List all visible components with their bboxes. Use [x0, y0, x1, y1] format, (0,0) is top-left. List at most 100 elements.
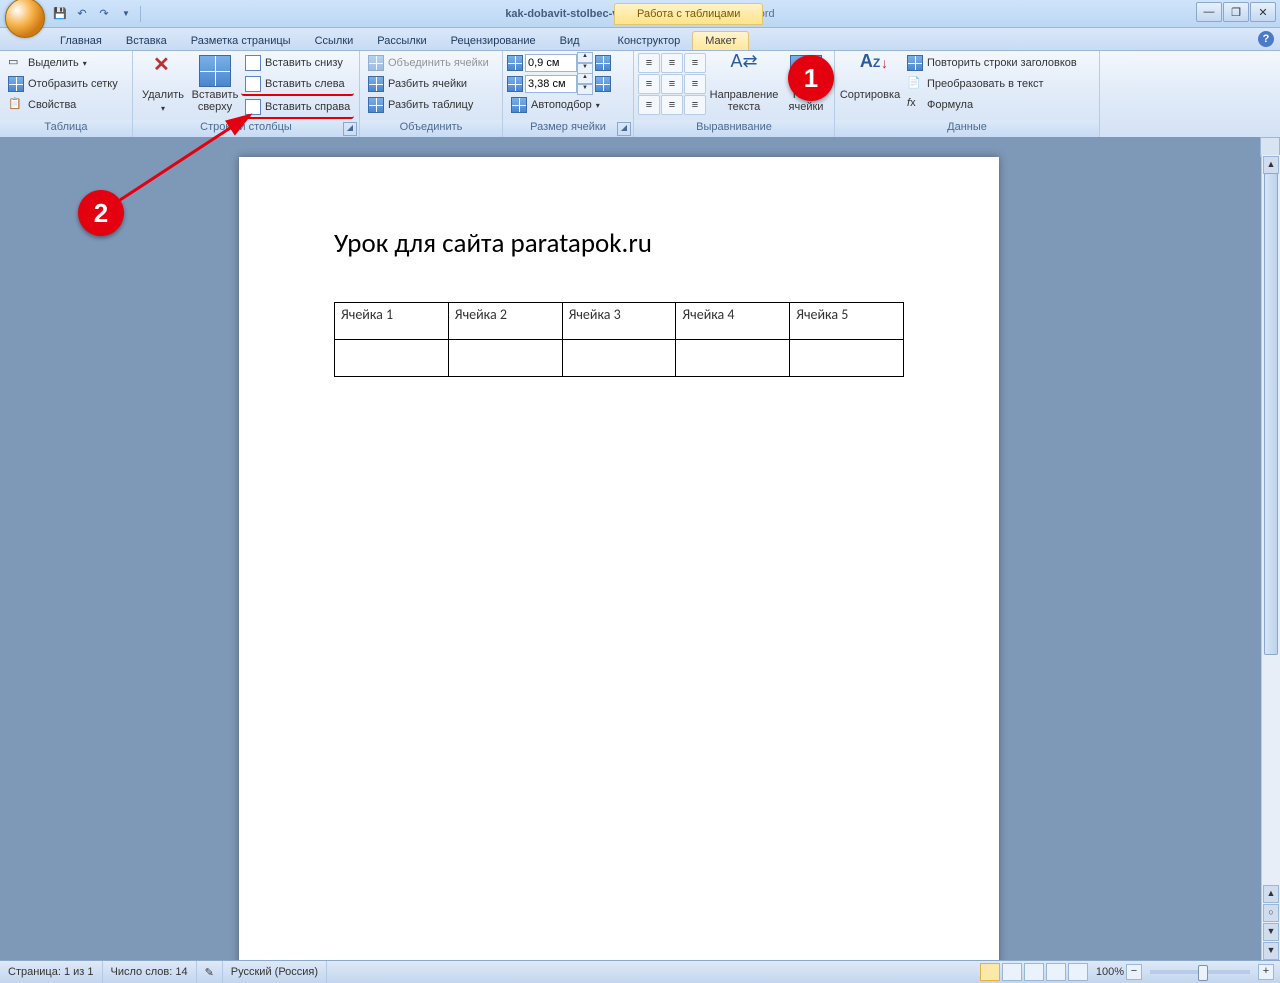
status-words[interactable]: Число слов: 14	[103, 961, 197, 983]
cell-size-dialog-launcher[interactable]: ◢	[617, 122, 631, 136]
row-height-spinner[interactable]: ▲▼	[525, 53, 593, 73]
page-title-text: Урок для сайта paratapok.ru	[334, 227, 904, 260]
distribute-cols-icon[interactable]	[595, 76, 611, 92]
convert-to-text-button[interactable]: 📄Преобразовать в текст	[903, 74, 1081, 94]
insert-right-icon	[245, 99, 261, 115]
view-web-layout[interactable]	[1024, 963, 1044, 981]
tab-review[interactable]: Рецензирование	[439, 32, 548, 50]
view-print-layout[interactable]	[980, 963, 1000, 981]
document-area[interactable]: Урок для сайта paratapok.ru Ячейка 1 Яче…	[0, 137, 1262, 961]
align-bot-center[interactable]: ≡	[661, 95, 683, 115]
table-cell[interactable]: Ячейка 4	[676, 303, 790, 340]
vertical-scrollbar[interactable]: ▲ ▲ ○ ▼ ▼	[1261, 155, 1280, 961]
cursor-icon: ▭	[8, 55, 24, 71]
split-table-icon	[368, 97, 384, 113]
table-cell[interactable]	[448, 340, 562, 377]
scroll-down-button[interactable]: ▼	[1263, 942, 1279, 960]
table-cell[interactable]: Ячейка 2	[448, 303, 562, 340]
tab-view[interactable]: Вид	[548, 32, 592, 50]
tab-page-layout[interactable]: Разметка страницы	[179, 32, 303, 50]
align-mid-right[interactable]: ≡	[684, 74, 706, 94]
row-height-input[interactable]	[525, 54, 577, 72]
height-up[interactable]: ▲	[577, 52, 593, 63]
group-cell-size-label: Размер ячейки◢	[503, 120, 633, 137]
redo-button[interactable]: ↷	[94, 4, 114, 24]
distribute-rows-icon[interactable]	[595, 55, 611, 71]
split-table-button[interactable]: Разбить таблицу	[364, 95, 493, 115]
split-cells-button[interactable]: Разбить ячейки	[364, 74, 493, 94]
scroll-up-button[interactable]: ▲	[1263, 156, 1279, 174]
prev-page-button[interactable]: ▲	[1263, 885, 1279, 903]
undo-button[interactable]: ↶	[72, 4, 92, 24]
insert-left-button[interactable]: Вставить слева	[241, 74, 354, 96]
help-button[interactable]: ?	[1258, 31, 1274, 47]
properties-button[interactable]: 📋Свойства	[4, 95, 122, 115]
save-button[interactable]: 💾	[50, 4, 70, 24]
width-up[interactable]: ▲	[577, 73, 593, 84]
col-width-spinner[interactable]: ▲▼	[525, 74, 593, 94]
delete-button[interactable]: Удалить▾	[137, 53, 189, 117]
align-mid-left[interactable]: ≡	[638, 74, 660, 94]
tab-references[interactable]: Ссылки	[303, 32, 366, 50]
align-top-right[interactable]: ≡	[684, 53, 706, 73]
next-page-button[interactable]: ▼	[1263, 923, 1279, 941]
rows-cols-dialog-launcher[interactable]: ◢	[343, 122, 357, 136]
callout-1: 1	[788, 55, 834, 101]
browse-object-button[interactable]: ○	[1263, 904, 1279, 922]
sort-button[interactable]: AZ Сортировка	[839, 53, 901, 103]
col-width-input[interactable]	[525, 75, 577, 93]
tab-home[interactable]: Главная	[48, 32, 114, 50]
repeat-header-button[interactable]: Повторить строки заголовков	[903, 53, 1081, 73]
tab-layout[interactable]: Макет	[692, 31, 749, 50]
autofit-button[interactable]: Автоподбор ▾	[507, 95, 611, 115]
table-cell[interactable]	[335, 340, 449, 377]
zoom-in-button[interactable]: +	[1258, 964, 1274, 980]
scroll-thumb[interactable]	[1264, 173, 1278, 655]
align-bot-left[interactable]: ≡	[638, 95, 660, 115]
document-table[interactable]: Ячейка 1 Ячейка 2 Ячейка 3 Ячейка 4 Ячей…	[334, 302, 904, 377]
context-tab-title: Работа с таблицами	[614, 3, 763, 25]
text-direction-button[interactable]: A⇄ Направление текста	[710, 53, 778, 115]
table-cell[interactable]: Ячейка 3	[562, 303, 676, 340]
zoom-level[interactable]: 100%	[1096, 966, 1124, 978]
formula-button[interactable]: fxФормула	[903, 95, 1081, 115]
autofit-icon	[511, 97, 527, 113]
view-full-screen[interactable]	[1002, 963, 1022, 981]
table-row[interactable]	[335, 340, 904, 377]
minimize-button[interactable]: —	[1196, 2, 1222, 22]
table-cell[interactable]: Ячейка 5	[790, 303, 904, 340]
group-data-label: Данные	[835, 120, 1099, 137]
insert-above-button[interactable]: Вставить сверху	[189, 53, 241, 115]
ruler-toggle-button[interactable]	[1260, 137, 1280, 157]
tab-insert[interactable]: Вставка	[114, 32, 179, 50]
view-outline[interactable]	[1046, 963, 1066, 981]
table-cell[interactable]: Ячейка 1	[335, 303, 449, 340]
align-top-center[interactable]: ≡	[661, 53, 683, 73]
table-row[interactable]: Ячейка 1 Ячейка 2 Ячейка 3 Ячейка 4 Ячей…	[335, 303, 904, 340]
tab-design[interactable]: Конструктор	[606, 32, 693, 50]
table-cell[interactable]	[790, 340, 904, 377]
qat-customize-button[interactable]: ▼	[116, 4, 136, 24]
show-gridlines-button[interactable]: Отобразить сетку	[4, 74, 122, 94]
table-cell[interactable]	[676, 340, 790, 377]
table-cell[interactable]	[562, 340, 676, 377]
select-button[interactable]: ▭Выделить ▾	[4, 53, 122, 73]
insert-above-icon	[199, 55, 231, 87]
sort-icon: AZ	[854, 55, 886, 87]
insert-right-button[interactable]: Вставить справа	[241, 97, 354, 119]
tab-mailings[interactable]: Рассылки	[365, 32, 438, 50]
align-bot-right[interactable]: ≡	[684, 95, 706, 115]
close-button[interactable]: ✕	[1250, 2, 1276, 22]
status-page[interactable]: Страница: 1 из 1	[0, 961, 103, 983]
zoom-knob[interactable]	[1198, 965, 1208, 981]
width-down[interactable]: ▼	[577, 84, 593, 95]
status-language[interactable]: Русский (Россия)	[223, 961, 327, 983]
align-top-left[interactable]: ≡	[638, 53, 660, 73]
view-draft[interactable]	[1068, 963, 1088, 981]
zoom-out-button[interactable]: −	[1126, 964, 1142, 980]
align-mid-center[interactable]: ≡	[661, 74, 683, 94]
zoom-slider[interactable]	[1150, 970, 1250, 974]
restore-button[interactable]: ❐	[1223, 2, 1249, 22]
insert-below-button[interactable]: Вставить снизу	[241, 53, 354, 73]
status-proofing[interactable]: ✎	[197, 961, 223, 983]
